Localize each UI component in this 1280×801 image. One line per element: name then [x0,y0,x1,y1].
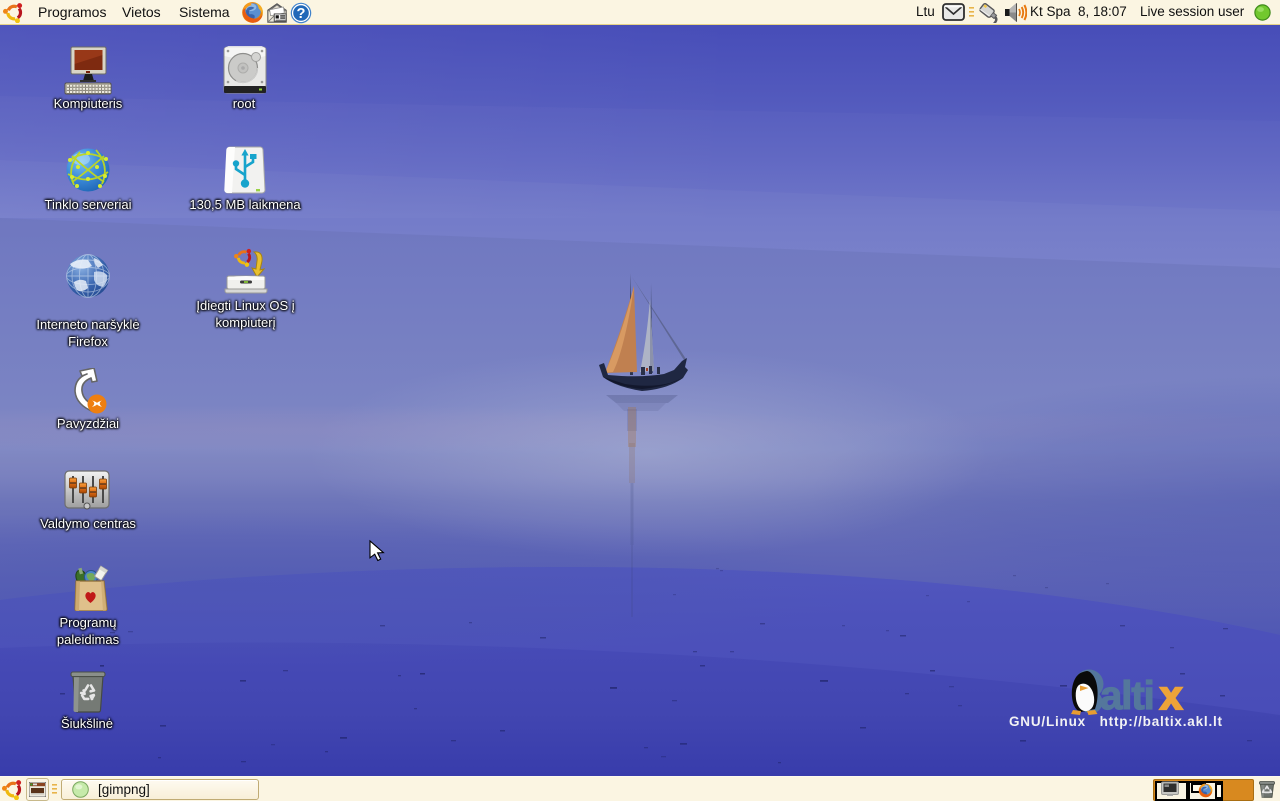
svg-text:?: ? [297,6,306,22]
svg-text:GNU/Linux http://baltix.akl.: GNU/Linux http://baltix.akl.lt [1009,714,1223,729]
svg-text:alti: alti [1100,674,1154,718]
svg-text:x: x [1160,674,1182,718]
